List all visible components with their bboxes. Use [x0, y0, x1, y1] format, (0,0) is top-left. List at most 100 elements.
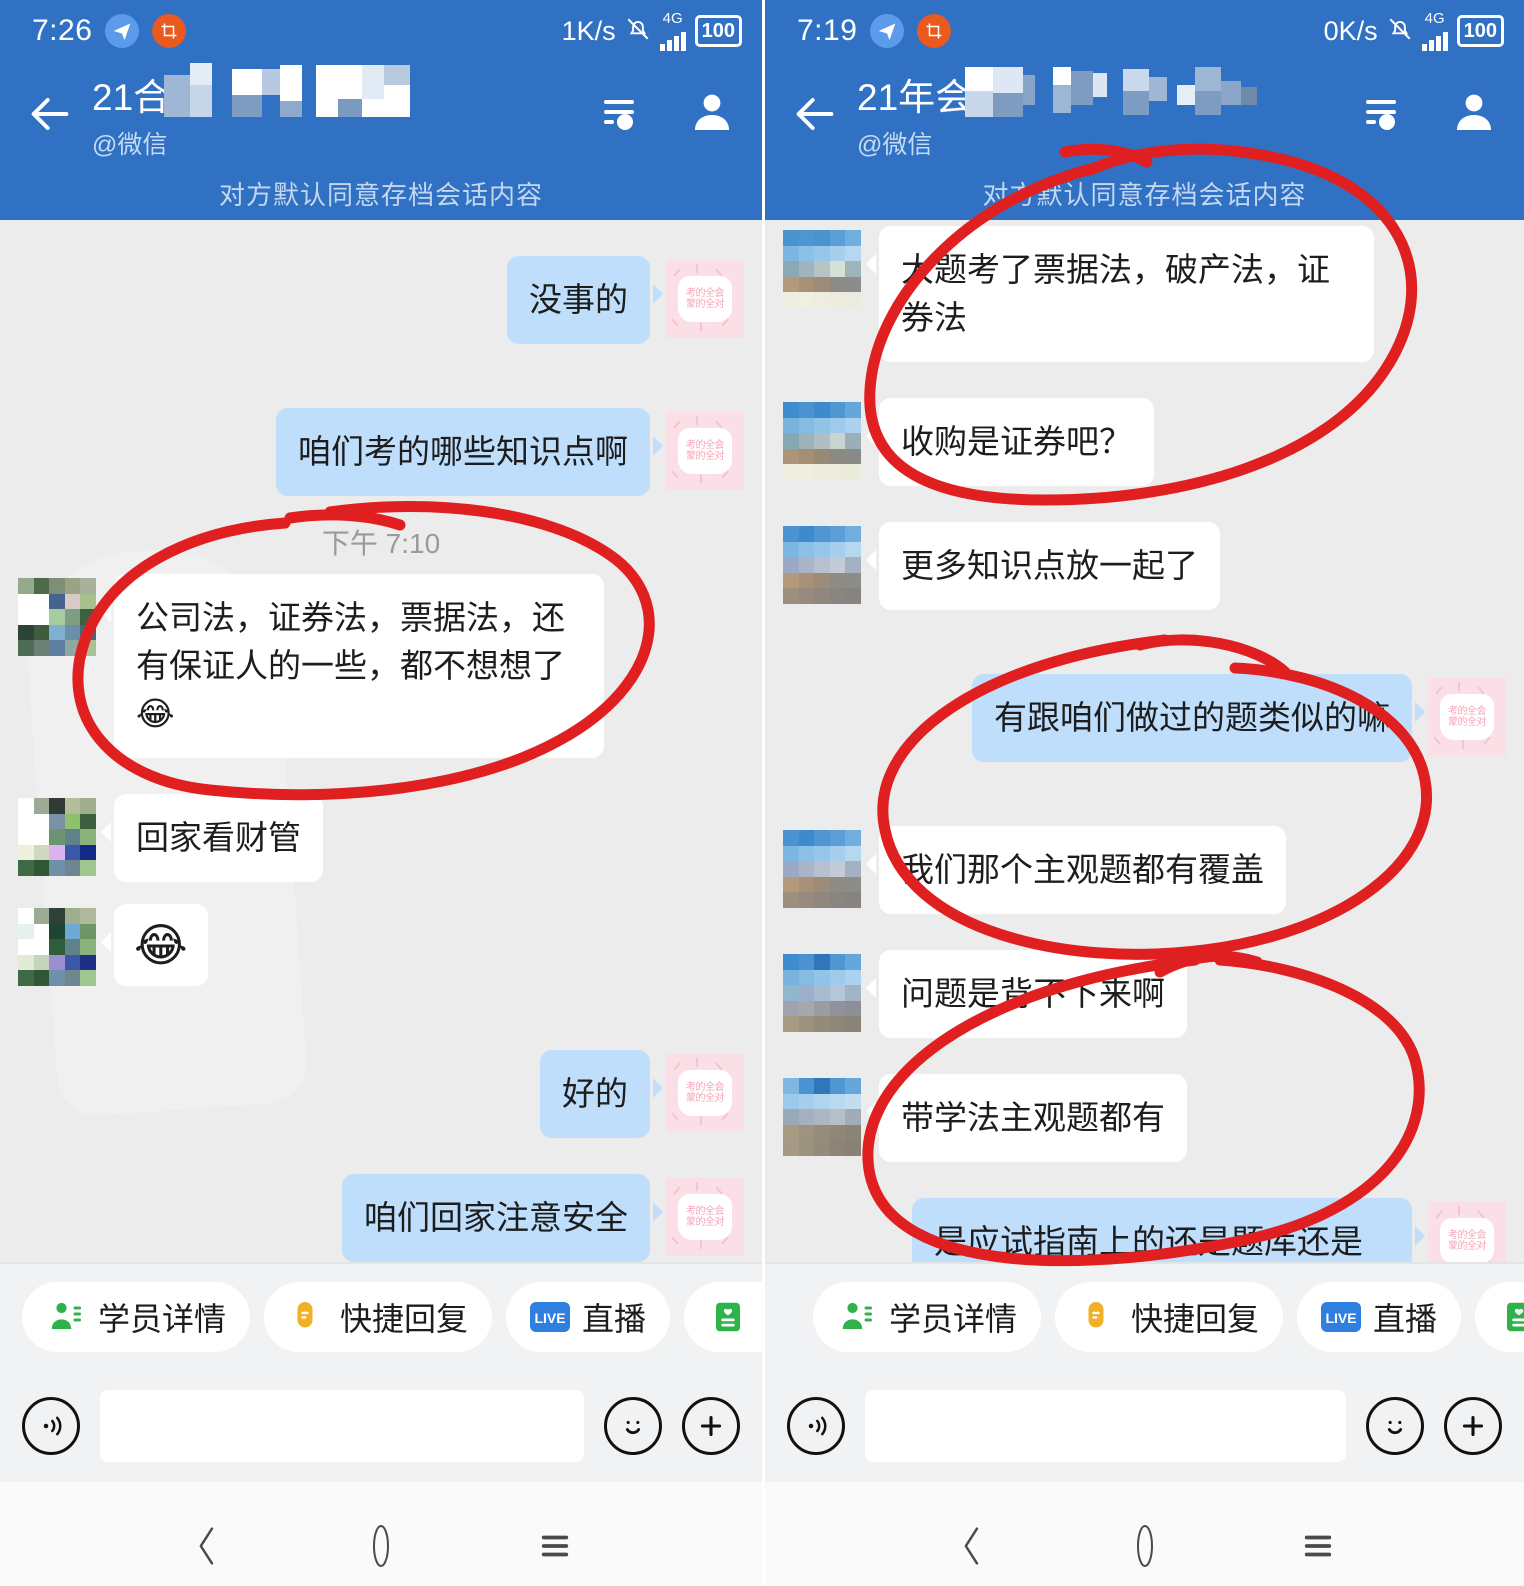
message-row[interactable]: 😂 — [18, 904, 744, 986]
message-bubble-incoming[interactable]: 公司法，证券法，票据法，还有保证人的一些，都不想想了😂 — [101, 574, 604, 758]
home-icon[interactable] — [358, 1523, 404, 1569]
network-speed: 1K/s — [561, 15, 616, 46]
telegram-icon — [870, 14, 905, 48]
voice-icon[interactable] — [787, 1397, 845, 1455]
message-row[interactable]: 有跟咱们做过的题类似的嘛 考的全会 蒙的全对 — [783, 674, 1506, 762]
live-icon: LIVE — [530, 1297, 571, 1337]
quick-action-quick-reply[interactable]: 快捷回复 — [264, 1282, 493, 1352]
filter-settings-icon[interactable] — [596, 88, 644, 141]
message-bubble-outgoing[interactable]: 是应试指南上的还是题库还是模拟题 — [912, 1198, 1425, 1262]
contact-profile-icon[interactable] — [1450, 88, 1498, 141]
recents-icon[interactable] — [1295, 1523, 1341, 1569]
message-input-bar[interactable] — [0, 1370, 762, 1482]
conversation-title-block[interactable]: 21合 @微信 — [92, 63, 410, 161]
home-icon[interactable] — [1122, 1523, 1168, 1569]
battery-badge: 100 — [694, 15, 742, 47]
telegram-icon — [105, 14, 140, 48]
message-row[interactable]: 我们那个主观题都有覆盖 — [783, 826, 1506, 914]
plus-icon[interactable] — [1444, 1397, 1502, 1455]
quick-action-label: 学员详情 — [889, 1301, 1018, 1337]
status-bar: 7:19 0K/s 4G 100 — [765, 0, 1524, 62]
quick-action-live[interactable]: LIVE 直播 — [506, 1282, 671, 1352]
chat-message-list[interactable]: 没事的 考的全会 蒙的全对 咱们考的哪些知识点啊 考的全会 蒙的全对 下午 7:… — [0, 220, 762, 1262]
quick-action-product-album[interactable]: 商品图册 — [1475, 1282, 1524, 1352]
android-nav-bar[interactable] — [0, 1482, 762, 1586]
message-bubble-outgoing[interactable]: 咱们回家注意安全 — [342, 1174, 663, 1262]
message-text-input[interactable] — [100, 1390, 584, 1462]
message-bubble-outgoing[interactable]: 没事的 — [507, 256, 663, 344]
back-arrow-icon[interactable] — [22, 86, 78, 142]
message-row[interactable]: 大题考了票据法，破产法，证券法 — [783, 226, 1506, 362]
message-row[interactable]: 带学法主观题都有 — [783, 1074, 1506, 1162]
quick-action-live[interactable]: LIVE 直播 — [1297, 1282, 1462, 1352]
message-input-bar[interactable] — [765, 1370, 1524, 1482]
quick-action-bar[interactable]: 学员详情 快捷回复 LIVE 直播 — [0, 1262, 762, 1370]
message-bubble-incoming[interactable]: 带学法主观题都有 — [866, 1074, 1187, 1162]
avatar[interactable] — [783, 830, 861, 908]
sticker-line-2: 蒙的全对 — [686, 1217, 725, 1228]
recents-icon[interactable] — [532, 1523, 578, 1569]
message-row[interactable]: 咱们考的哪些知识点啊 考的全会 蒙的全对 — [18, 408, 744, 496]
message-row[interactable]: 回家看财管 — [18, 794, 744, 882]
message-row[interactable]: 更多知识点放一起了 — [783, 522, 1506, 610]
message-bubble-incoming[interactable]: 问题是背不下来啊 — [866, 950, 1187, 1038]
chat-message-list[interactable]: 大题考了票据法，破产法，证券法 收购是证券吧？ 更多知识点放一起了 有跟咱们做过… — [765, 220, 1524, 1262]
message-row[interactable]: 公司法，证券法，票据法，还有保证人的一些，都不想想了😂 — [18, 574, 744, 758]
signal-icon: 4G — [659, 11, 686, 51]
voice-icon[interactable] — [22, 1397, 80, 1455]
message-row[interactable]: 问题是背不下来啊 — [783, 950, 1506, 1038]
app-bar-actions — [596, 88, 736, 141]
student-detail-icon — [837, 1297, 877, 1337]
back-arrow-icon[interactable] — [787, 86, 843, 142]
network-speed: 0K/s — [1323, 15, 1378, 46]
message-bubble-outgoing[interactable]: 咱们考的哪些知识点啊 — [276, 408, 663, 496]
message-row[interactable]: 是应试指南上的还是题库还是模拟题 考的全会 蒙的全对 — [783, 1198, 1506, 1262]
back-icon[interactable] — [184, 1523, 230, 1569]
sticker-badge: 考的全会 蒙的全对 — [1428, 678, 1506, 756]
sticker-line-2: 蒙的全对 — [1448, 1241, 1487, 1252]
avatar[interactable] — [18, 798, 96, 876]
avatar[interactable] — [783, 526, 861, 604]
message-text-input[interactable] — [865, 1390, 1346, 1462]
message-row[interactable]: 没事的 考的全会 蒙的全对 — [18, 256, 744, 344]
message-row[interactable]: 收购是证券吧？ — [783, 398, 1506, 486]
message-bubble-incoming[interactable]: 收购是证券吧？ — [866, 398, 1154, 486]
plus-icon[interactable] — [682, 1397, 740, 1455]
contact-profile-icon[interactable] — [688, 88, 736, 141]
product-album-icon — [708, 1297, 748, 1337]
message-bubble-incoming[interactable]: 更多知识点放一起了 — [866, 522, 1220, 610]
avatar[interactable] — [783, 954, 861, 1032]
android-nav-bar[interactable] — [765, 1482, 1524, 1586]
back-icon[interactable] — [949, 1523, 995, 1569]
quick-action-product-album[interactable]: 商品图册 — [684, 1282, 762, 1352]
avatar[interactable] — [18, 578, 96, 656]
message-bubble-outgoing[interactable]: 好的 — [540, 1050, 663, 1138]
sticker-line-1: 考的全会 — [686, 1082, 725, 1093]
quick-action-label: 直播 — [582, 1301, 647, 1337]
message-bubble-incoming[interactable]: 我们那个主观题都有覆盖 — [866, 826, 1286, 914]
conversation-title-block[interactable]: 21年会 @微信 — [857, 67, 1257, 161]
quick-action-label: 学员详情 — [98, 1301, 227, 1337]
svg-text:LIVE: LIVE — [1325, 1310, 1356, 1326]
quick-action-student-detail[interactable]: 学员详情 — [813, 1282, 1042, 1352]
message-bubble-incoming[interactable]: 大题考了票据法，破产法，证券法 — [866, 226, 1374, 362]
avatar[interactable] — [783, 402, 861, 480]
message-row[interactable]: 咱们回家注意安全 考的全会 蒙的全对 — [18, 1174, 744, 1262]
quick-action-bar[interactable]: 学员详情 快捷回复 LIVE 直播 — [765, 1262, 1524, 1370]
smiley-icon[interactable] — [604, 1397, 662, 1455]
quick-action-quick-reply[interactable]: 快捷回复 — [1055, 1282, 1284, 1352]
avatar[interactable] — [18, 908, 96, 986]
avatar[interactable] — [783, 1078, 861, 1156]
sticker-line-2: 蒙的全对 — [686, 299, 725, 310]
smiley-icon[interactable] — [1366, 1397, 1424, 1455]
message-bubble-incoming[interactable]: 😂 — [101, 904, 208, 986]
filter-settings-icon[interactable] — [1358, 88, 1406, 141]
student-detail-icon — [46, 1297, 86, 1337]
message-bubble-outgoing[interactable]: 有跟咱们做过的题类似的嘛 — [972, 674, 1425, 762]
page-title: 21合 — [92, 77, 171, 118]
avatar[interactable] — [783, 230, 861, 308]
quick-action-student-detail[interactable]: 学员详情 — [22, 1282, 251, 1352]
message-row[interactable]: 好的 考的全会 蒙的全对 — [18, 1050, 744, 1138]
message-bubble-incoming[interactable]: 回家看财管 — [101, 794, 323, 882]
redaction-mosaic — [965, 59, 1285, 124]
